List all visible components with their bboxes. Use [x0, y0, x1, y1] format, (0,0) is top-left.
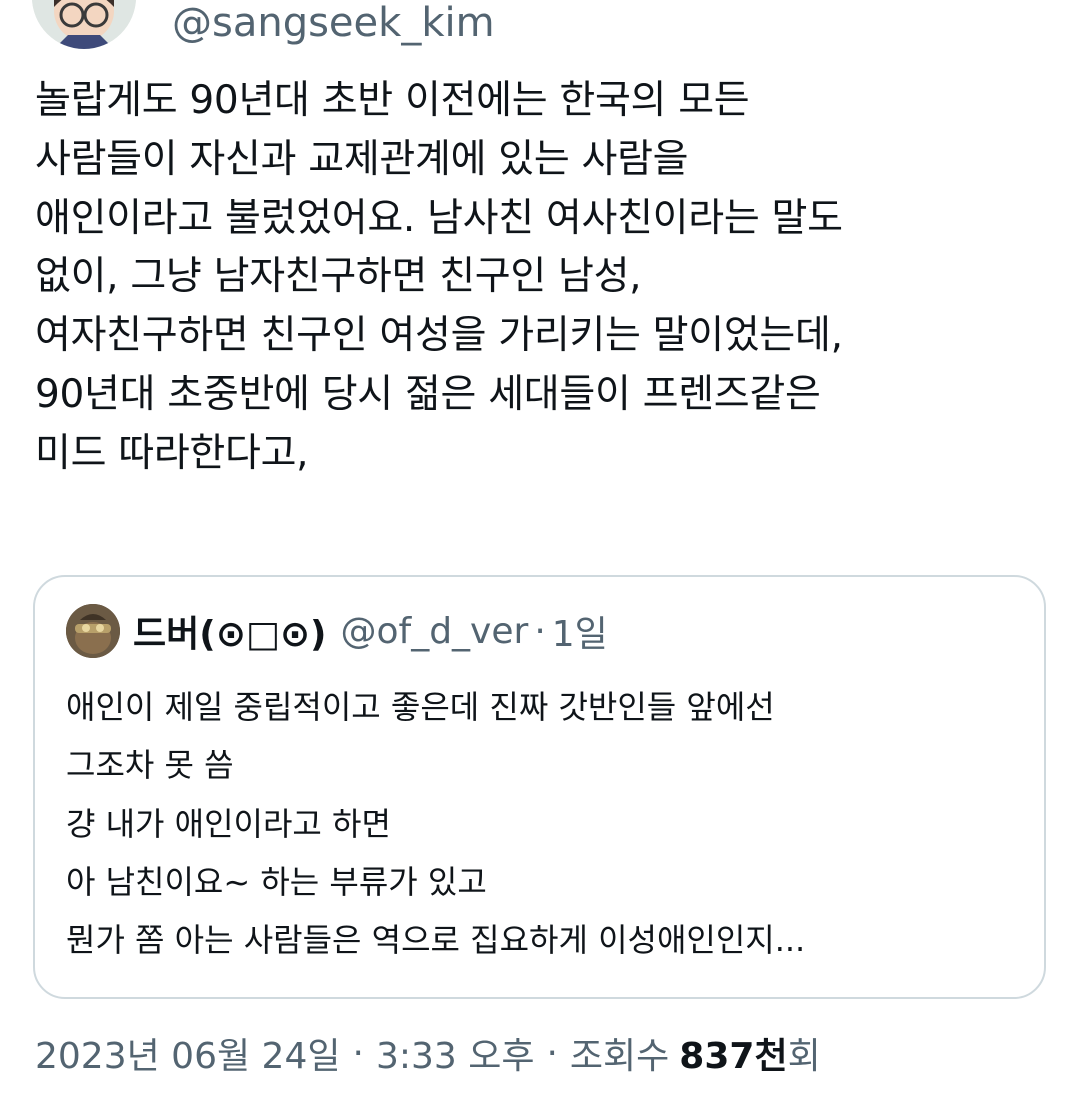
quoted-author-avatar[interactable]	[66, 604, 120, 658]
quoted-tweet-time[interactable]: 1일	[552, 605, 608, 657]
tweet-text-line: 애인이라고 불렀었어요. 남사친 여사친이라는 말도	[35, 195, 843, 241]
author-avatar[interactable]	[32, 0, 136, 49]
quoted-text-line: 뭔가 쫌 아는 사람들은 역으로 집요하게 이성애인인지...	[66, 921, 806, 960]
tweet-text: 놀랍게도 90년대 초반 이전에는 한국의 모든 사람들이 자신과 교제관계에 …	[35, 72, 1045, 484]
meta-separator: ·	[534, 610, 546, 652]
tweet-text-line: 미드 따라한다고,	[35, 430, 309, 476]
quoted-text-line: 그조차 못 씀	[66, 746, 234, 785]
views-label: 조회수	[569, 1036, 670, 1077]
tweet-text-line: 사람들이 자신과 교제관계에 있는 사람을	[35, 136, 689, 182]
quoted-text-line: 애인이 제일 중립적이고 좋은데 진짜 갓반인들 앞에선	[66, 688, 775, 726]
character-avatar-icon	[66, 604, 120, 658]
tweet-text-line: 90년대 초중반에 당시 젊은 세대들이 프렌즈같은	[35, 371, 821, 417]
meta-separator: ·	[352, 1032, 364, 1074]
quoted-tweet[interactable]: 드버(⊙□⊙) @of_d_ver · 1일 애인이 제일 중립적이고 좋은데 …	[33, 575, 1046, 999]
views-suffix: 회	[787, 1036, 821, 1077]
tweet-date[interactable]: 2023년 06월 24일	[35, 1027, 340, 1079]
tweet-text-line: 없이, 그냥 남자친구하면 친구인 남성,	[35, 254, 642, 300]
views-count[interactable]: 837천	[679, 1027, 787, 1079]
quoted-author-handle[interactable]: @of_d_ver	[341, 611, 529, 652]
cartoon-avatar-icon	[32, 0, 136, 49]
quoted-tweet-header: 드버(⊙□⊙) @of_d_ver · 1일	[133, 604, 608, 658]
author-handle[interactable]: @sangseek_kim	[172, 0, 495, 48]
quoted-text-line: 걍 내가 애인이라고 하면	[66, 804, 391, 843]
tweet: @sangseek_kim 놀랍게도 90년대 초반 이전에는 한국의 모든 사…	[0, 0, 1080, 1103]
quoted-author-name[interactable]: 드버(⊙□⊙)	[133, 605, 327, 657]
tweet-text-line: 여자친구하면 친구인 여성을 가리키는 말이었는데,	[35, 313, 843, 359]
meta-separator: ·	[546, 1032, 558, 1074]
quoted-tweet-text: 애인이 제일 중립적이고 좋은데 진짜 갓반인들 앞에선 그조차 못 씀 걍 내…	[66, 678, 1016, 969]
tweet-text-line: 놀랍게도 90년대 초반 이전에는 한국의 모든	[35, 78, 750, 123]
tweet-metadata: 2023년 06월 24일 · 3:33 오후 · 조회수 837천 회	[35, 1025, 821, 1081]
quoted-text-line: 아 남친이요~ 하는 부류가 있고	[66, 862, 487, 901]
tweet-time[interactable]: 3:33 오후	[376, 1027, 535, 1079]
